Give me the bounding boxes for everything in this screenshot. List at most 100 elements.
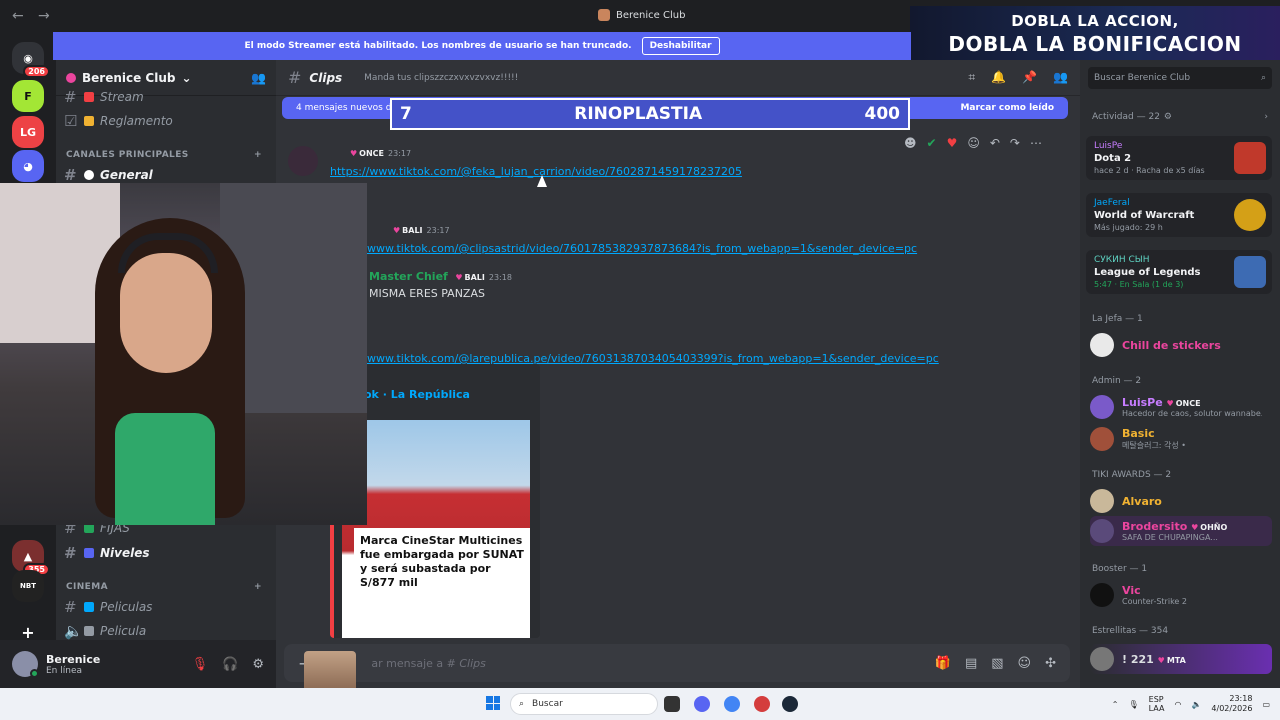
- members-icon[interactable]: 👥: [1053, 70, 1068, 85]
- channel-stream[interactable]: # Stream: [64, 86, 264, 108]
- activity-card[interactable]: CУКИН CЫH League of Legends 5:47 · En Sa…: [1086, 250, 1272, 294]
- channel-niveles[interactable]: # Niveles: [64, 542, 264, 564]
- forward-icon[interactable]: →: [38, 8, 52, 24]
- message: ♥ BALI 23:17 www.tiktok.com/@clipsastrid/…: [367, 226, 918, 255]
- server-icon-lg[interactable]: LG: [12, 116, 44, 148]
- message-author[interactable]: Master Chief: [369, 270, 448, 283]
- category-cinema[interactable]: CINEMA +: [66, 582, 262, 592]
- mic-icon[interactable]: 🎙: [1128, 700, 1138, 709]
- member-item[interactable]: ! 221 ♥ MTA: [1090, 644, 1272, 674]
- member-item[interactable]: Vic Counter-Strike 2: [1090, 580, 1272, 610]
- category-main[interactable]: CANALES PRINCIPALES +: [66, 150, 262, 160]
- more-icon[interactable]: ⋯: [1030, 136, 1042, 150]
- back-icon[interactable]: ←: [12, 8, 26, 24]
- task-view-icon[interactable]: [664, 696, 680, 712]
- member-item[interactable]: Brodersito ♥ OHÑO SAFA DE CHUPAPINGA...: [1090, 516, 1272, 546]
- activity-card[interactable]: LuisPe Dota 2 hace 2 d · Racha de x5 día…: [1086, 136, 1272, 180]
- volume-icon[interactable]: 🔈: [1191, 700, 1201, 709]
- search-input[interactable]: Buscar Berenice Club ⌕: [1088, 67, 1272, 89]
- clock[interactable]: 23:18 4/02/2026: [1211, 694, 1252, 714]
- emoji-icon[interactable]: ☺: [1018, 656, 1032, 671]
- streamer-mode-banner: El modo Streamer está habilitado. Los no…: [53, 32, 911, 60]
- role-header: Admin — 2: [1092, 376, 1142, 386]
- forward-icon[interactable]: ↷: [1010, 136, 1020, 150]
- message-link[interactable]: https://www.tiktok.com/@feka_lujan_carri…: [330, 165, 742, 178]
- member-sidebar: Buscar Berenice Club ⌕ Actividad — 22 ⚙ › L…: [1080, 60, 1280, 688]
- check-icon[interactable]: ✔: [927, 136, 937, 150]
- app-icon[interactable]: [754, 696, 770, 712]
- message-text: MISMA ERES PANZAS: [369, 287, 485, 300]
- mark-as-read-button[interactable]: Marcar como leído: [960, 103, 1054, 113]
- member-item[interactable]: Chill de stickers: [1090, 330, 1272, 360]
- user-panel: Berenice En línea 🎙 🎧 ⚙: [0, 640, 276, 688]
- avatar: [1090, 519, 1114, 543]
- mic-muted-icon[interactable]: 🎙: [192, 657, 209, 672]
- steam-app-icon[interactable]: [782, 696, 798, 712]
- channel-reglamento[interactable]: ☑ Reglamento: [64, 110, 264, 132]
- add-member-icon[interactable]: 👥: [251, 71, 266, 85]
- chevron-right-icon[interactable]: ›: [1264, 112, 1268, 122]
- server-icon-discord[interactable]: ◕: [12, 150, 44, 182]
- server-avatar-icon: [66, 72, 76, 83]
- message-toolbar: ☻ ✔ ♥ ☺ ↶ ↷ ⋯: [904, 136, 1042, 150]
- server-icon-nbt[interactable]: NBT: [12, 570, 44, 602]
- rules-icon: ☑: [64, 112, 78, 130]
- member-item[interactable]: Basic 메탈슬러그: 각성 •: [1090, 424, 1272, 454]
- channel-pelicula[interactable]: 🔈 Pelicula: [64, 620, 264, 642]
- channel-emoji-icon: [84, 170, 94, 180]
- reply-icon[interactable]: ↶: [990, 136, 1000, 150]
- streamer-mode-text: El modo Streamer está habilitado. Los no…: [244, 41, 632, 51]
- hash-icon: #: [64, 544, 77, 562]
- add-reaction-icon[interactable]: ☺: [967, 136, 980, 150]
- server-icon-red[interactable]: ▲ 355: [12, 540, 50, 576]
- role-header: Estrellitas — 354: [1092, 626, 1169, 636]
- hash-icon: #: [64, 166, 77, 184]
- user-status: En línea: [46, 665, 83, 676]
- sticker-icon[interactable]: ▧: [991, 656, 1003, 671]
- activity-card[interactable]: JaeFeral World of Warcraft Más jugado: 2…: [1086, 193, 1272, 237]
- game-icon: [1234, 199, 1266, 231]
- avatar: [1090, 395, 1114, 419]
- headphones-muted-icon[interactable]: 🎧: [222, 657, 238, 672]
- gear-icon[interactable]: ⚙: [252, 657, 264, 672]
- gear-icon[interactable]: ⚙: [1164, 112, 1172, 122]
- window-title: Berenice Club: [598, 9, 685, 21]
- avatar: [1090, 427, 1114, 451]
- system-tray: ⌃ 🎙 ESP LAA ◠ 🔈 23:18 4/02/2026 ▭: [1112, 694, 1270, 714]
- message-link[interactable]: www.tiktok.com/@clipsastrid/video/760178…: [367, 242, 917, 255]
- role-tag: ♥ BALI: [393, 226, 423, 235]
- add-channel-icon[interactable]: +: [254, 582, 262, 592]
- user-avatar[interactable]: [12, 651, 39, 678]
- home-icon[interactable]: ◉ 206: [12, 42, 50, 78]
- channel-emoji-icon: [84, 92, 94, 102]
- message: ♥ ONCE 23:17 https://www.tiktok.com/@feka…: [288, 146, 888, 178]
- language-indicator[interactable]: ESP LAA: [1149, 695, 1165, 713]
- member-item[interactable]: LuisPe ♥ ONCE Hacedor de caos, solutor wa…: [1090, 392, 1272, 422]
- pin-icon[interactable]: 📌: [1022, 70, 1037, 85]
- member-item[interactable]: Alvaro: [1090, 486, 1272, 516]
- gift-icon[interactable]: 🎁: [935, 656, 951, 671]
- notification-icon[interactable]: ▭: [1262, 700, 1270, 709]
- avatar[interactable]: [288, 146, 318, 176]
- channel-peliculas[interactable]: # Peliculas: [64, 596, 264, 618]
- hash-icon: #: [288, 68, 302, 87]
- gif-icon[interactable]: ▤: [965, 656, 977, 671]
- reaction-icon[interactable]: ☻: [904, 136, 917, 150]
- chrome-app-icon[interactable]: [724, 696, 740, 712]
- message-composer[interactable]: + ar mensaje a # Clips 🎁 ▤ ▧ ☺ ✣: [284, 644, 1070, 682]
- taskbar-search[interactable]: ⌕ Buscar: [510, 693, 658, 715]
- heart-icon[interactable]: ♥: [947, 136, 958, 150]
- disable-streamer-button[interactable]: Deshabilitar: [641, 37, 720, 55]
- server-icon-f[interactable]: F: [12, 80, 44, 112]
- embed-caption: Marca CineStar Multicines fue embargada …: [354, 528, 530, 596]
- channel-emoji-icon: [84, 116, 94, 126]
- avatar: [1090, 647, 1114, 671]
- apps-icon[interactable]: ✣: [1045, 656, 1056, 671]
- discord-app-icon[interactable]: [694, 696, 710, 712]
- add-channel-icon[interactable]: +: [254, 150, 262, 160]
- windows-start-icon[interactable]: [486, 696, 500, 710]
- threads-icon[interactable]: ⌗: [968, 70, 975, 85]
- chevron-up-icon[interactable]: ⌃: [1112, 700, 1119, 709]
- bell-icon[interactable]: 🔔: [991, 70, 1006, 85]
- wifi-icon[interactable]: ◠: [1174, 700, 1181, 709]
